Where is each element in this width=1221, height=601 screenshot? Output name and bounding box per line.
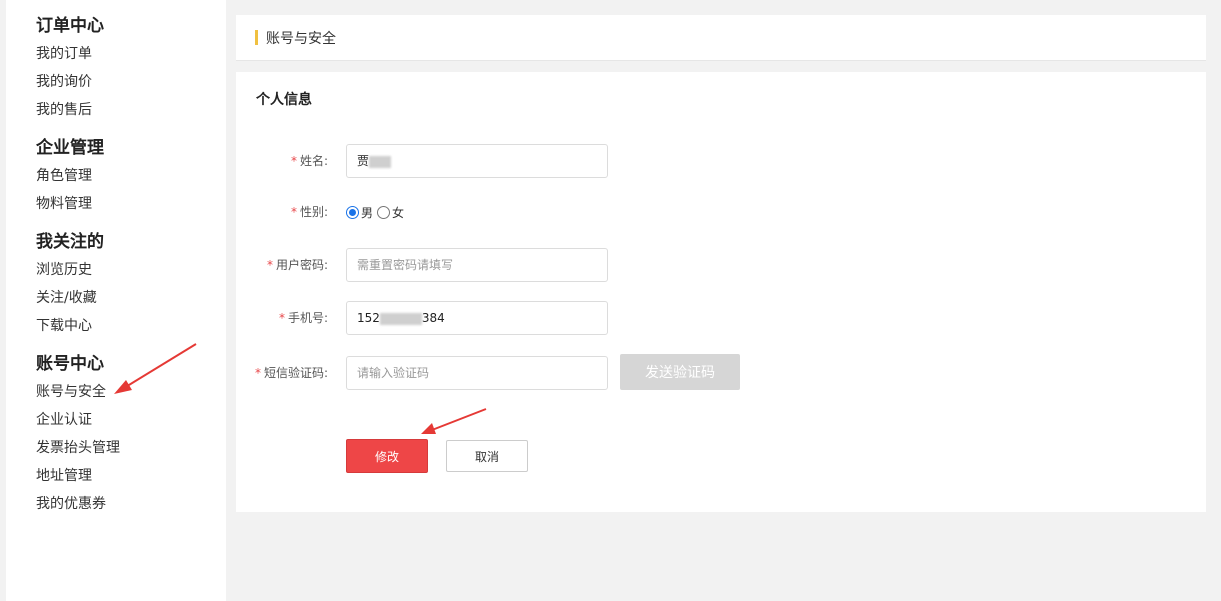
sidebar-item-favorites[interactable]: 关注/收藏 xyxy=(36,284,226,312)
gender-option-female-label: 女 xyxy=(392,205,405,220)
sms-code-input[interactable] xyxy=(346,356,608,390)
submit-button[interactable]: 修改 xyxy=(346,439,428,473)
sidebar-item-download-center[interactable]: 下载中心 xyxy=(36,312,226,340)
sidebar-group-account: 账号中心 账号与安全 企业认证 发票抬头管理 地址管理 我的优惠券 xyxy=(36,350,226,518)
phone-value-prefix: 152 xyxy=(357,311,380,325)
password-label: * 用户密码: xyxy=(266,258,328,272)
sidebar-item-enterprise-verification[interactable]: 企业认证 xyxy=(36,406,226,434)
redacted-mask xyxy=(379,312,422,325)
sidebar-item-browse-history[interactable]: 浏览历史 xyxy=(36,256,226,284)
gender-radio-female[interactable] xyxy=(377,205,391,219)
name-value: 贾 xyxy=(357,154,370,168)
sidebar-item-account-security[interactable]: 账号与安全 xyxy=(36,378,226,406)
page-title: 账号与安全 xyxy=(266,30,336,47)
phone-field[interactable]: 152 384 xyxy=(346,301,608,335)
sidebar-group-following: 我关注的 浏览历史 关注/收藏 下载中心 xyxy=(36,228,226,340)
sidebar-item-role-management[interactable]: 角色管理 xyxy=(36,162,226,190)
sidebar-group-title: 订单中心 xyxy=(36,16,104,36)
sidebar-item-after-sales[interactable]: 我的售后 xyxy=(36,96,226,124)
required-mark: * xyxy=(254,366,261,380)
sidebar-item-invoice-titles[interactable]: 发票抬头管理 xyxy=(36,434,226,462)
required-mark: * xyxy=(278,311,285,325)
sidebar-group-enterprise: 企业管理 角色管理 物料管理 xyxy=(36,134,226,218)
sidebar: 订单中心 我的订单 我的询价 我的售后 企业管理 角色管理 物料管理 我关注的 … xyxy=(6,0,226,601)
phone-value-suffix: 384 xyxy=(421,311,445,325)
sidebar-item-address-management[interactable]: 地址管理 xyxy=(36,462,226,490)
required-mark: * xyxy=(290,154,297,168)
gender-label: * 性别: xyxy=(290,205,328,219)
header-accent-bar xyxy=(255,30,258,45)
sidebar-group-title: 我关注的 xyxy=(36,232,104,252)
cancel-button[interactable]: 取消 xyxy=(446,440,528,472)
sidebar-item-my-inquiries[interactable]: 我的询价 xyxy=(36,68,226,96)
personal-info-panel: 个人信息 * 姓名: 贾 * 性别: 男 女 * 用户密码: * 手机号: 152 384… xyxy=(236,72,1206,512)
sidebar-group-orders: 订单中心 我的订单 我的询价 我的售后 xyxy=(36,12,226,124)
redacted-mask xyxy=(369,155,392,168)
name-field[interactable]: 贾 xyxy=(346,144,608,178)
sidebar-group-title: 账号中心 xyxy=(36,354,104,374)
phone-label: * 手机号: xyxy=(278,311,328,325)
sidebar-item-material-management[interactable]: 物料管理 xyxy=(36,190,226,218)
sidebar-group-title: 企业管理 xyxy=(36,138,104,158)
sms-label: * 短信验证码: xyxy=(254,366,328,380)
name-label: * 姓名: xyxy=(290,154,328,168)
required-mark: * xyxy=(290,205,297,219)
gender-radio-group: 男 女 xyxy=(346,201,408,223)
gender-radio-male[interactable] xyxy=(346,205,359,219)
required-mark: * xyxy=(266,258,273,272)
sidebar-item-my-coupons[interactable]: 我的优惠券 xyxy=(36,490,226,518)
gender-option-male-label: 男 xyxy=(361,205,374,220)
send-code-button[interactable]: 发送验证码 xyxy=(620,354,740,390)
section-title: 个人信息 xyxy=(256,92,312,108)
sidebar-item-my-orders[interactable]: 我的订单 xyxy=(36,40,226,68)
password-input[interactable] xyxy=(346,248,608,282)
page-header: 账号与安全 xyxy=(236,15,1206,61)
